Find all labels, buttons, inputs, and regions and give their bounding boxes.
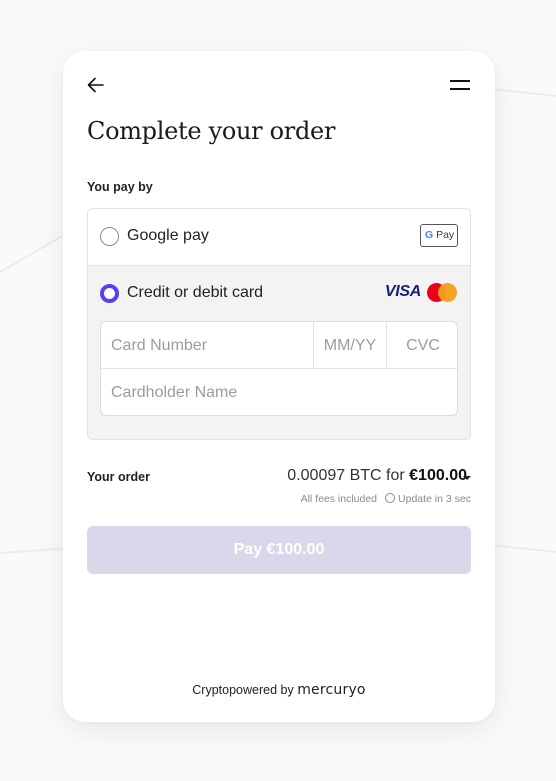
cvc-input[interactable]: CVC (387, 322, 459, 369)
mastercard-icon (427, 283, 457, 302)
pay-button[interactable]: Pay €100.00 (87, 526, 471, 574)
hamburger-menu-icon (450, 80, 470, 82)
google-pay-label: Google pay (127, 227, 209, 244)
expiry-input[interactable]: MM/YY (314, 322, 387, 369)
top-bar (87, 75, 471, 97)
visa-icon: VISA (384, 283, 421, 300)
update-timer: Update in 3 sec (398, 493, 471, 505)
your-order-label: Your order (87, 470, 150, 484)
card-number-input[interactable]: Card Number (101, 322, 314, 369)
google-pay-badge-text: Pay (436, 229, 455, 241)
checkout-card: Complete your order You pay by Google pa… (63, 51, 495, 722)
card-option-label: Credit or debit card (127, 284, 264, 301)
background-decoration (489, 544, 556, 554)
footer: Cryptopowered by mercuryo (63, 682, 495, 698)
payment-option-google-pay[interactable]: Google pay G Pay (88, 209, 470, 265)
fiat-amount: €100.00 (409, 467, 467, 484)
back-button[interactable] (87, 75, 105, 95)
payment-option-card[interactable]: Credit or debit card VISA Card Number MM… (88, 265, 470, 439)
page-title: Complete your order (87, 117, 336, 145)
arrow-left-icon (87, 77, 104, 93)
crypto-amount: 0.00097 BTC for (287, 467, 405, 484)
footer-prefix: Cryptopowered by (192, 683, 294, 697)
pay-by-label: You pay by (87, 180, 153, 194)
order-amount-selector[interactable]: 0.00097 BTC for €100.00 (287, 467, 467, 485)
card-form: Card Number MM/YY CVC Cardholder Name (100, 321, 458, 416)
fees-note: All fees included (300, 493, 378, 505)
hamburger-menu-icon (450, 88, 470, 90)
fees-info: All fees included Update in 3 sec (301, 493, 471, 505)
clock-icon (385, 493, 396, 503)
background-decoration (489, 88, 556, 98)
card-radio[interactable] (100, 284, 119, 303)
chevron-down-icon[interactable] (463, 476, 471, 480)
google-pay-icon: G Pay (420, 224, 458, 247)
cardholder-name-input[interactable]: Cardholder Name (101, 369, 457, 416)
google-pay-radio[interactable] (100, 227, 119, 246)
menu-button[interactable] (449, 77, 471, 93)
payment-methods: Google pay G Pay Credit or debit card VI… (87, 208, 471, 440)
mercuryo-logo: mercuryo (297, 682, 366, 698)
